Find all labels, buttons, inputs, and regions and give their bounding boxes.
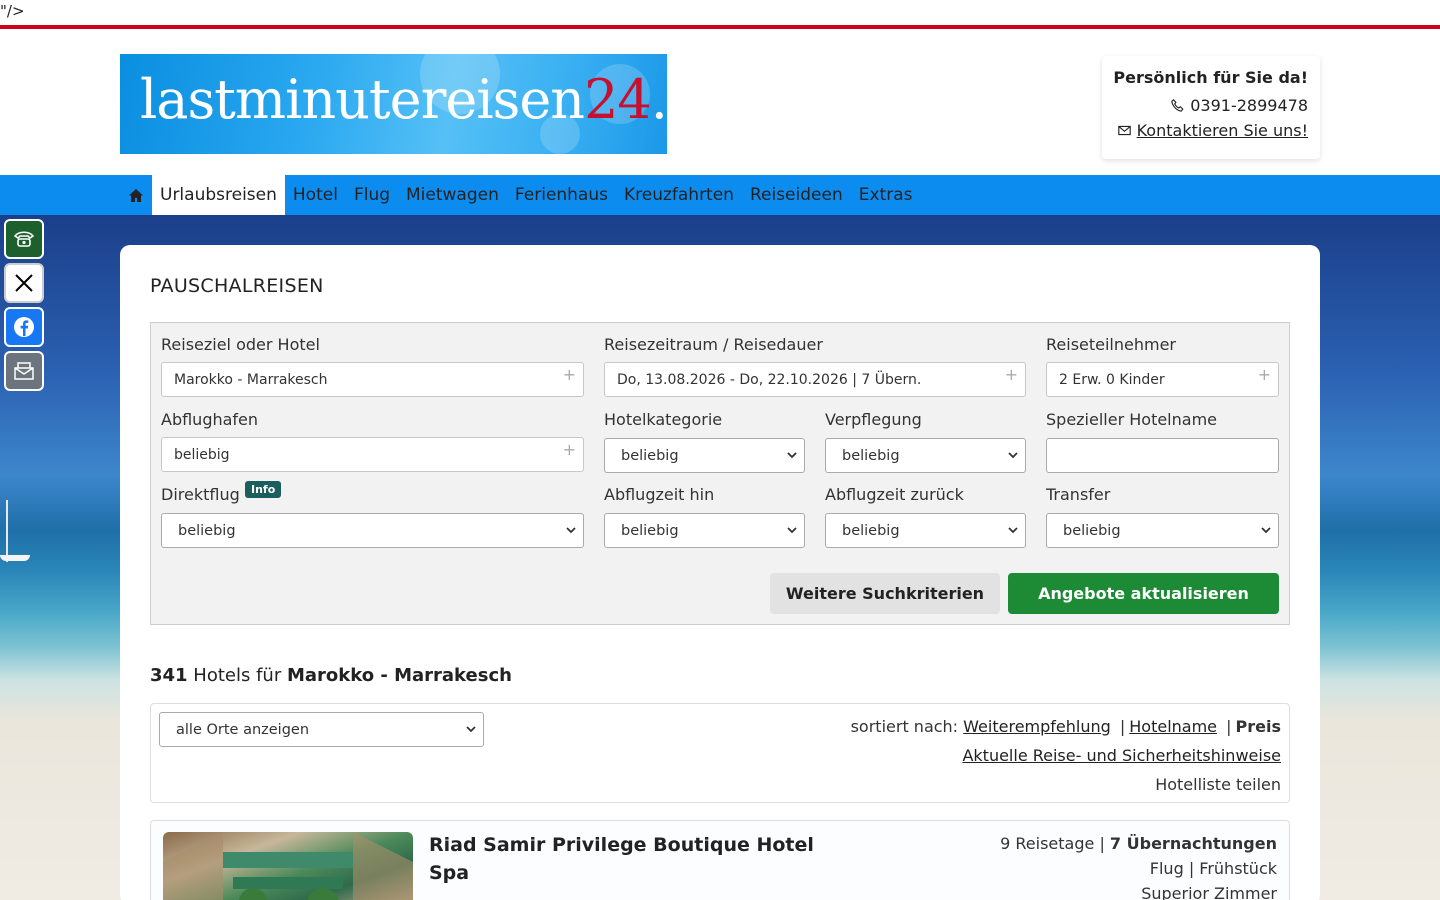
board-select[interactable]: beliebig [825,438,1026,473]
search-form: Reiseziel oder Hotel Marokko - Marrakesc… [150,322,1290,625]
chevron-down-icon [1261,527,1271,534]
x-logo-icon [15,274,33,292]
plus-icon: + [562,440,576,459]
direct-flight-select[interactable]: beliebig [161,513,584,548]
departure-time-select[interactable]: beliebig [604,513,805,548]
return-time-label: Abflugzeit zurück [825,485,964,504]
direct-flight-info-badge[interactable]: Info [245,481,282,498]
share-email-button[interactable] [4,351,44,391]
chevron-down-icon [466,726,476,733]
plus-icon: + [1004,365,1018,384]
nav-item-extras[interactable]: Extras [851,175,921,215]
facebook-icon [14,317,34,337]
plus-icon: + [1257,365,1271,384]
travelers-label: Reiseteilnehmer [1046,335,1177,354]
share-hotel-list[interactable]: Hotelliste teilen [851,770,1281,799]
sort-options: sortiert nach: Weiterempfehlung | Hotelna… [851,712,1281,799]
sort-name-link[interactable]: Hotelname [1129,717,1217,736]
hotelname-label: Spezieller Hotelname [1046,410,1217,429]
boat-mast [6,500,8,562]
destination-label: Reiseziel oder Hotel [161,335,320,354]
page-title: PAUSCHALREISEN [150,275,324,297]
header: lastminutereisen24.de Persönlich für Sie… [0,29,1440,175]
contact-link[interactable]: Kontaktieren Sie uns! [1137,121,1308,140]
chevron-down-icon [566,527,576,534]
hotel-room: Superior Zimmer [1141,884,1277,900]
direct-flight-label: Direktflug [161,485,240,504]
chevron-down-icon [787,527,797,534]
sort-recommend-link[interactable]: Weiterempfehlung [963,717,1111,736]
chevron-down-icon [787,452,797,459]
share-facebook-button[interactable] [4,307,44,347]
results-heading: 341 Hotels für Marokko - Marrakesch [150,665,512,686]
share-x-button[interactable] [4,263,44,303]
hotelname-input[interactable] [1046,438,1279,473]
airport-input[interactable]: beliebig + [161,437,584,472]
destination-input[interactable]: Marokko - Marrakesch + [161,362,584,397]
site-logo[interactable]: lastminutereisen24.de [120,54,667,154]
transfer-label: Transfer [1046,485,1111,504]
contact-title: Persönlich für Sie da! [1113,68,1308,87]
hotel-trip-info: 9 Reisetage | 7 Übernachtungen Flug | Fr… [1000,831,1277,900]
category-label: Hotelkategorie [604,410,723,429]
callback-button[interactable] [4,219,44,259]
departure-time-label: Abflugzeit hin [604,485,715,504]
plus-icon: + [562,365,576,384]
transfer-select[interactable]: beliebig [1046,513,1279,548]
travelers-input[interactable]: 2 Erw. 0 Kinder + [1046,362,1279,397]
sort-price-active: Preis [1235,717,1281,736]
nav-item-kreuzfahrten[interactable]: Kreuzfahrten [616,175,742,215]
phone-icon [1171,99,1184,112]
phone-number: 0391-2899478 [1190,96,1308,115]
nav-item-mietwagen[interactable]: Mietwagen [398,175,507,215]
hotel-image[interactable] [163,832,413,900]
nav-item-reiseideen[interactable]: Reiseideen [742,175,851,215]
category-select[interactable]: beliebig [604,438,805,473]
board-label: Verpflegung [825,410,922,429]
logo-text: lastminutereisen24.de [140,68,667,131]
safety-info-link[interactable]: Aktuelle Reise- und Sicherheitshinweise [962,746,1281,765]
envelope-icon [1117,125,1131,136]
sort-prefix: sortiert nach: [850,717,959,736]
main-nav: Urlaubsreisen Hotel Flug Mietwagen Ferie… [0,175,1440,215]
location-filter-select[interactable]: alle Orte anzeigen [159,712,484,747]
stray-markup-text: "/> [0,2,25,20]
mail-icon [14,362,34,380]
hotel-name[interactable]: Riad Samir Privilege Boutique Hotel Spa [429,831,819,887]
chevron-down-icon [1008,452,1018,459]
home-nav-button[interactable] [120,175,152,215]
share-label: Hotelliste teilen [1155,775,1281,794]
telephone-icon [13,231,35,247]
home-icon [129,188,143,202]
airport-label: Abflughafen [161,410,259,429]
more-criteria-button[interactable]: Weitere Suchkriterien [770,573,1000,614]
return-time-select[interactable]: beliebig [825,513,1026,548]
nav-item-flug[interactable]: Flug [346,175,398,215]
contact-phone[interactable]: 0391-2899478 [1102,96,1308,115]
hotel-photo-graphic [163,832,413,900]
nav-item-urlaubsreisen[interactable]: Urlaubsreisen [152,175,285,215]
nav-item-hotel[interactable]: Hotel [285,175,346,215]
period-input[interactable]: Do, 13.08.2026 - Do, 22.10.2026 | 7 Über… [604,362,1026,397]
hotel-flight-board: Flug | Frühstück [1149,859,1277,878]
boat-hull [0,555,30,561]
search-card: PAUSCHALREISEN Reiseziel oder Hotel Maro… [120,245,1320,900]
update-offers-button[interactable]: Angebote aktualisieren [1008,573,1279,614]
contact-link-row: Kontaktieren Sie uns! [1102,121,1308,140]
results-filter-box: alle Orte anzeigen sortiert nach: Weiter… [150,703,1290,803]
hotel-result-card[interactable]: Riad Samir Privilege Boutique Hotel Spa … [150,820,1290,900]
contact-box: Persönlich für Sie da! 0391-2899478 Kont… [1102,56,1320,159]
period-label: Reisezeitraum / Reisedauer [604,335,823,354]
nav-item-ferienhaus[interactable]: Ferienhaus [507,175,616,215]
chevron-down-icon [1008,527,1018,534]
